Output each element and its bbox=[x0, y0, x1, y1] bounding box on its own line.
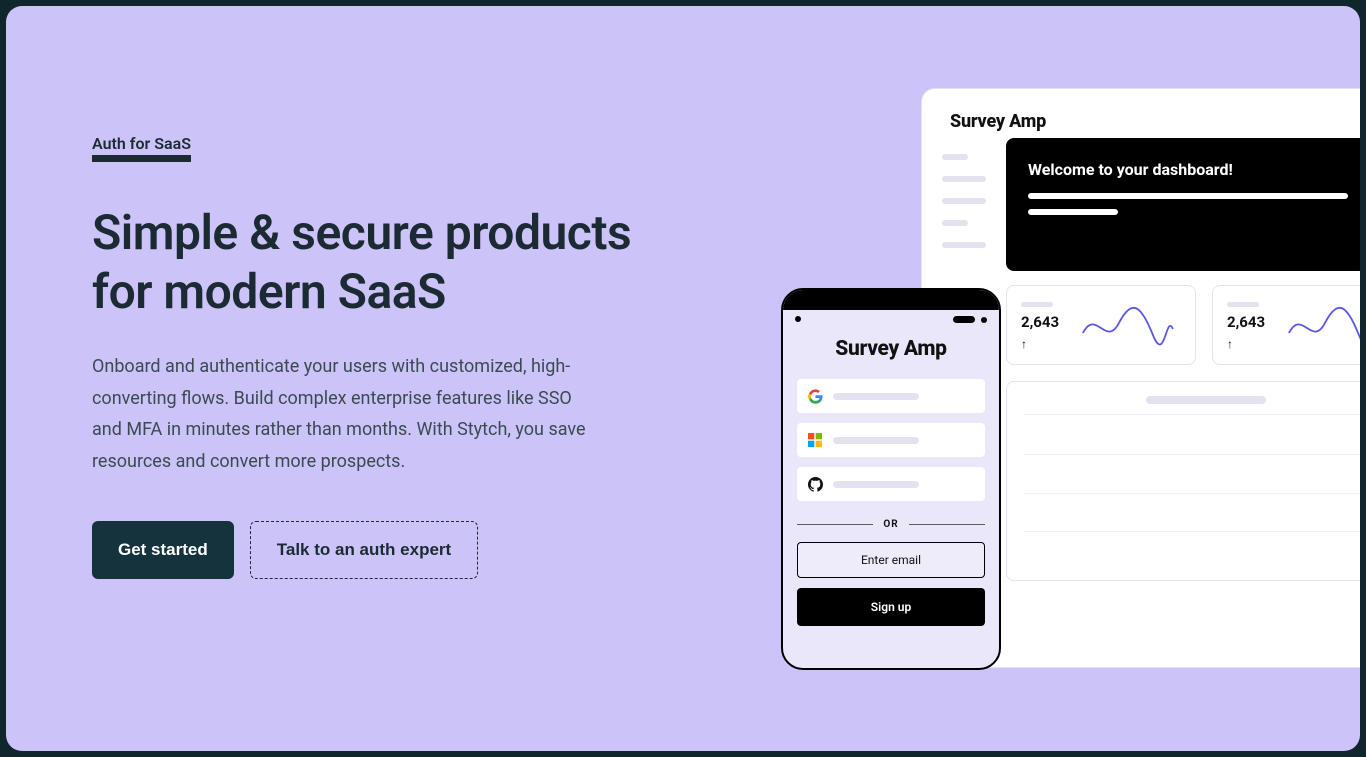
oauth-microsoft-button[interactable] bbox=[797, 423, 985, 457]
stat-value: 2,643 bbox=[1227, 313, 1265, 331]
sidebar-placeholder bbox=[942, 242, 986, 248]
text-placeholder bbox=[833, 393, 919, 400]
trend-up-icon: ↑ bbox=[1021, 337, 1059, 351]
phone-mock: Survey Amp bbox=[781, 288, 1001, 670]
dashboard-app-name: Survey Amp bbox=[922, 89, 1360, 138]
phone-status-bar bbox=[783, 310, 999, 323]
text-placeholder bbox=[833, 481, 919, 488]
hero-section: Auth for SaaS Simple & secure products f… bbox=[92, 134, 652, 579]
sidebar-placeholder bbox=[942, 220, 968, 226]
sidebar-placeholder bbox=[942, 154, 968, 160]
phone-app-name: Survey Amp bbox=[783, 323, 999, 379]
phone-notch bbox=[783, 290, 999, 310]
page-subheadline: Onboard and authenticate your users with… bbox=[92, 351, 592, 477]
sign-up-button[interactable]: Sign up bbox=[797, 588, 985, 626]
stat-card: 2,643 ↑ bbox=[1212, 285, 1360, 365]
github-icon bbox=[807, 476, 823, 492]
page-headline: Simple & secure products for modern SaaS bbox=[92, 204, 652, 321]
email-placeholder: Enter email bbox=[861, 553, 921, 567]
bar-chart bbox=[1023, 414, 1360, 570]
microsoft-icon bbox=[807, 432, 823, 448]
trend-up-icon: ↑ bbox=[1227, 337, 1265, 351]
eyebrow-label: Auth for SaaS bbox=[92, 134, 191, 162]
sparkline-icon bbox=[1071, 303, 1181, 349]
google-icon bbox=[807, 388, 823, 404]
sidebar-placeholder bbox=[942, 198, 986, 204]
chart-title-placeholder bbox=[1146, 396, 1266, 404]
or-divider: OR bbox=[783, 501, 999, 542]
status-dot-icon bbox=[795, 316, 801, 322]
welcome-title: Welcome to your dashboard! bbox=[1028, 160, 1360, 179]
status-dot-icon bbox=[981, 317, 987, 323]
stat-value: 2,643 bbox=[1021, 313, 1059, 331]
bar-chart-card bbox=[1006, 381, 1360, 581]
welcome-card: Welcome to your dashboard! bbox=[1006, 138, 1360, 271]
text-placeholder bbox=[1028, 193, 1348, 199]
stat-card: 2,643 ↑ bbox=[1006, 285, 1196, 365]
cta-row: Get started Talk to an auth expert bbox=[92, 521, 652, 579]
sidebar-placeholder bbox=[942, 176, 986, 182]
get-started-button[interactable]: Get started bbox=[92, 521, 234, 579]
email-field[interactable]: Enter email bbox=[797, 542, 985, 578]
text-placeholder bbox=[833, 437, 919, 444]
label-placeholder bbox=[1227, 302, 1259, 307]
status-pill-icon bbox=[953, 316, 975, 323]
label-placeholder bbox=[1021, 302, 1053, 307]
oauth-google-button[interactable] bbox=[797, 379, 985, 413]
talk-to-expert-button[interactable]: Talk to an auth expert bbox=[250, 521, 478, 579]
sparkline-icon bbox=[1277, 303, 1360, 349]
or-label: OR bbox=[883, 519, 898, 530]
text-placeholder bbox=[1028, 209, 1118, 215]
oauth-github-button[interactable] bbox=[797, 467, 985, 501]
